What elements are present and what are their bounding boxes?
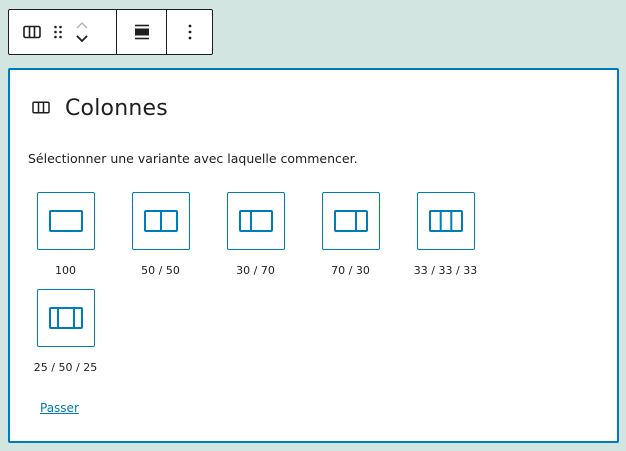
skip-link[interactable]: Passer	[40, 401, 79, 415]
variation-item: 25 / 50 / 25	[18, 289, 113, 374]
columns-33-33-33-icon	[428, 210, 463, 232]
variation-50-50-button[interactable]	[131, 192, 190, 250]
block-mover	[75, 20, 89, 44]
columns-30-70-icon	[238, 210, 273, 232]
variation-label: 33 / 33 / 33	[413, 264, 478, 277]
variation-25-50-25-button[interactable]	[36, 289, 95, 347]
variation-33-33-33-button[interactable]	[416, 192, 475, 250]
placeholder-title: Colonnes	[65, 96, 168, 121]
variation-70-30-button[interactable]	[321, 192, 380, 250]
variation-item: 50 / 50	[113, 192, 208, 277]
variation-100-button[interactable]	[36, 192, 95, 250]
columns-placeholder: Colonnes Sélectionner une variante avec …	[8, 68, 619, 443]
drag-handle-icon[interactable]	[53, 25, 63, 39]
columns-100-icon	[48, 210, 83, 232]
columns-icon	[32, 99, 50, 118]
variation-item: 70 / 30	[303, 192, 398, 277]
move-down-icon[interactable]	[75, 34, 89, 44]
toolbar-group-align	[117, 10, 167, 54]
variation-label: 70 / 30	[331, 264, 370, 277]
variation-label: 25 / 50 / 25	[33, 361, 98, 374]
variation-label: 100	[55, 264, 76, 277]
variation-label: 30 / 70	[236, 264, 275, 277]
variation-item: 100	[18, 192, 113, 277]
block-toolbar	[8, 9, 213, 55]
placeholder-instructions: Sélectionner une variante avec laquelle …	[28, 151, 358, 166]
variation-item: 33 / 33 / 33	[398, 192, 493, 277]
placeholder-header: Colonnes	[32, 96, 168, 121]
columns-50-50-icon	[143, 210, 178, 232]
toolbar-group-block	[9, 10, 117, 54]
columns-70-30-icon	[333, 210, 368, 232]
move-up-icon[interactable]	[75, 20, 89, 30]
variation-30-70-button[interactable]	[226, 192, 285, 250]
variation-label: 50 / 50	[141, 264, 180, 277]
toolbar-group-more	[167, 10, 212, 54]
columns-25-50-25-icon	[48, 307, 83, 329]
more-options-icon[interactable]	[188, 24, 192, 40]
align-icon[interactable]	[134, 24, 150, 40]
variation-item: 30 / 70	[208, 192, 303, 277]
columns-block-icon[interactable]	[23, 25, 41, 39]
